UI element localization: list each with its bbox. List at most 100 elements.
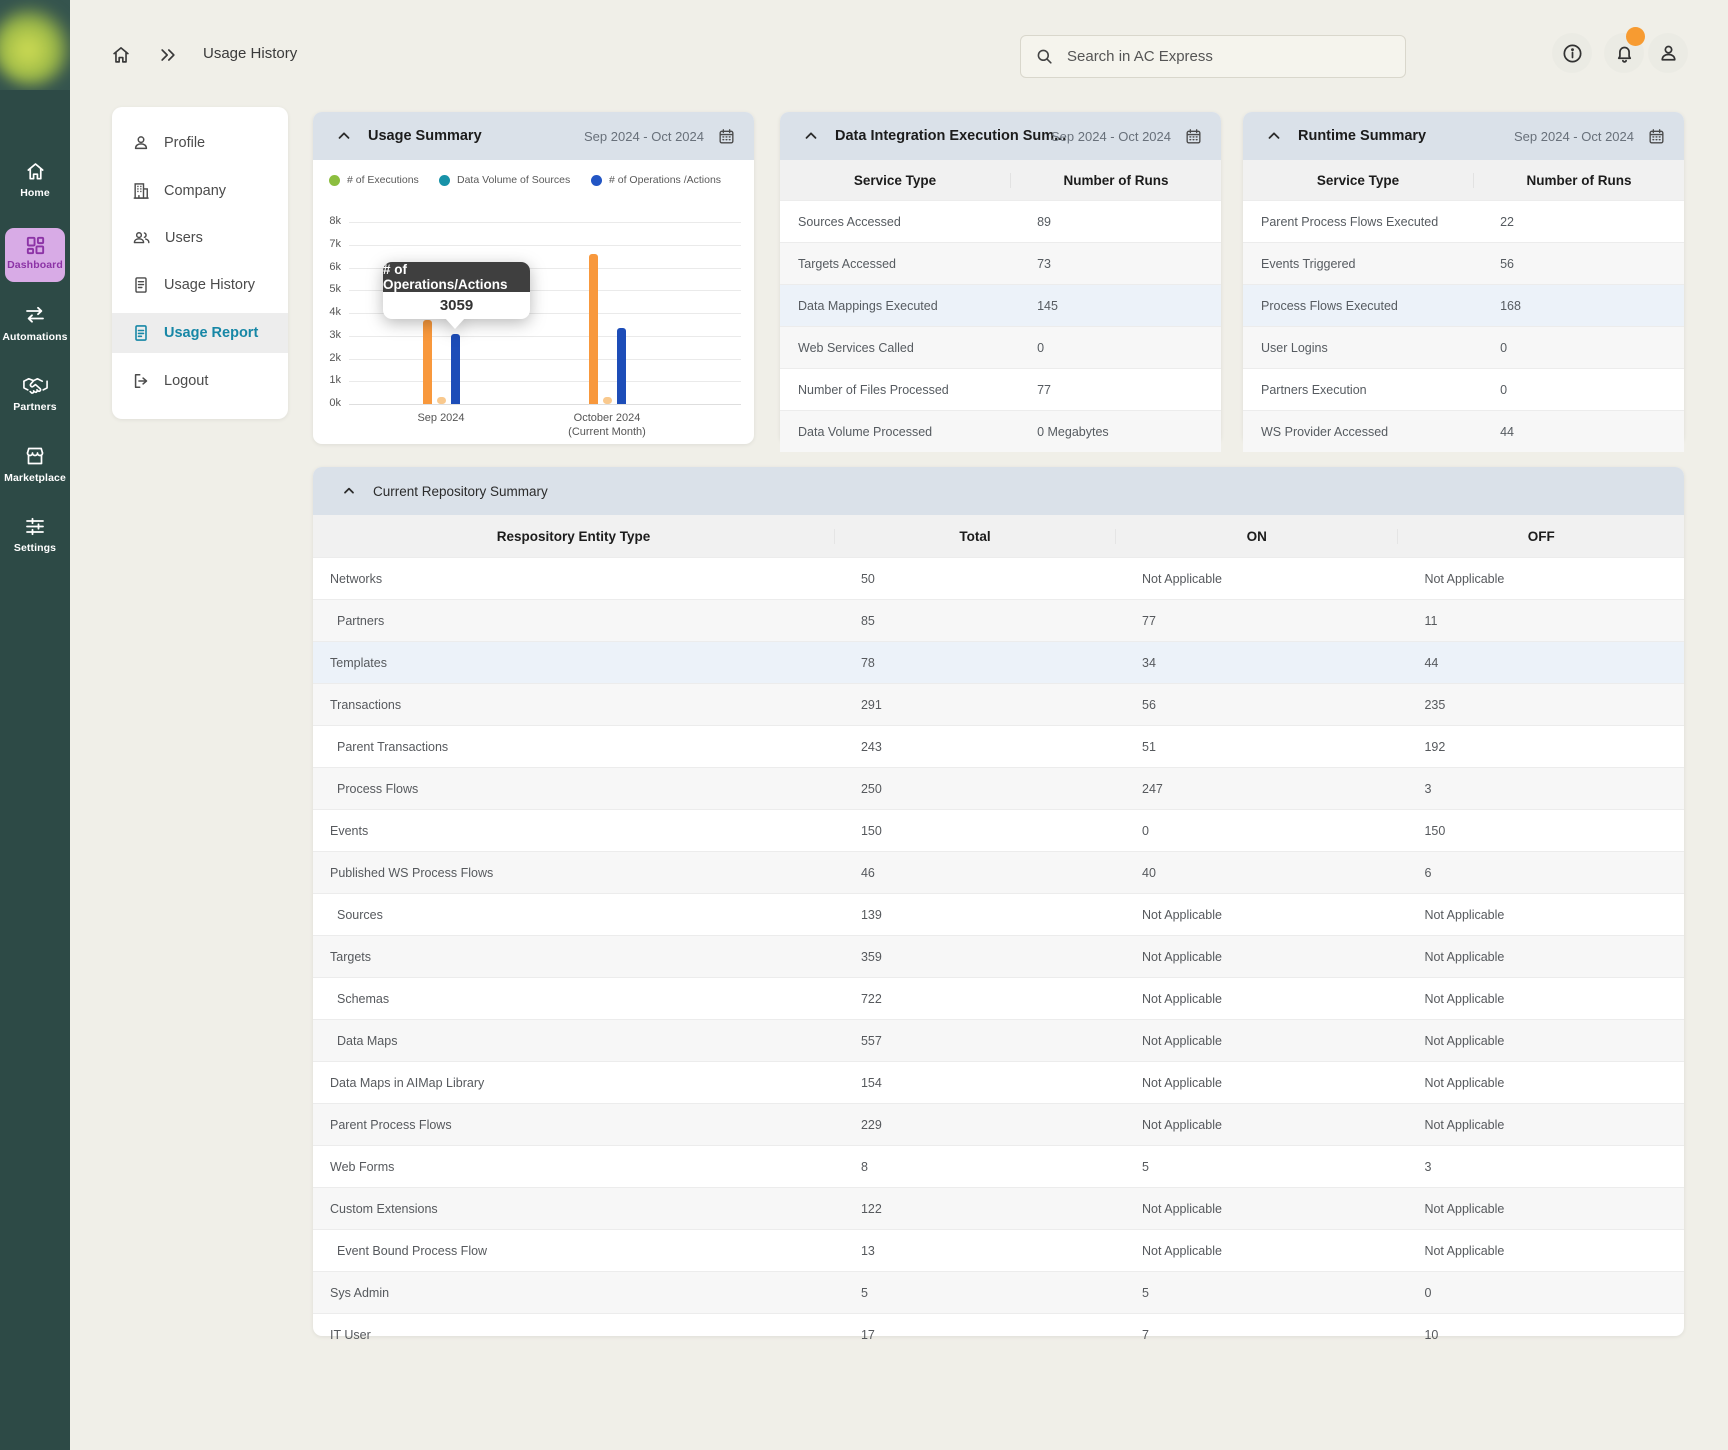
- column-header: ON: [1115, 529, 1397, 544]
- service-type-cell: Parent Process Flows Executed: [1243, 215, 1474, 229]
- number-of-runs-cell: 0: [1011, 341, 1221, 355]
- service-type-cell: Process Flows Executed: [1243, 299, 1474, 313]
- entity-type-cell: Transactions: [313, 698, 834, 712]
- date-range: Sep 2024 - Oct 2024: [1051, 129, 1171, 144]
- off-cell: Not Applicable: [1397, 950, 1684, 964]
- menu-item-company[interactable]: Company: [112, 171, 288, 211]
- off-cell: 192: [1397, 740, 1684, 754]
- total-cell: 5: [834, 1286, 1115, 1300]
- collapse-chevron-icon[interactable]: [802, 127, 820, 145]
- document-lines-icon: [131, 275, 164, 295]
- total-cell: 243: [834, 740, 1115, 754]
- collapse-chevron-icon[interactable]: [1265, 127, 1283, 145]
- off-cell: Not Applicable: [1397, 1118, 1684, 1132]
- gridline: [349, 245, 741, 246]
- sidebar-item-home[interactable]: Home: [0, 160, 70, 199]
- menu-item-usage-history[interactable]: Usage History: [112, 265, 288, 305]
- number-of-runs-cell: 22: [1474, 215, 1684, 229]
- breadcrumb-expand-icon[interactable]: [158, 46, 178, 64]
- off-cell: Not Applicable: [1397, 908, 1684, 922]
- table-row: Event Bound Process Flow13Not Applicable…: [313, 1229, 1684, 1271]
- calendar-icon[interactable]: [1647, 127, 1666, 146]
- number-of-runs-cell: 0: [1474, 383, 1684, 397]
- calendar-icon[interactable]: [717, 127, 736, 146]
- collapse-chevron-icon[interactable]: [335, 127, 353, 145]
- off-cell: Not Applicable: [1397, 1202, 1684, 1216]
- bar-data-volume[interactable]: [437, 397, 446, 404]
- column-header: OFF: [1397, 529, 1684, 544]
- notifications-button[interactable]: [1604, 33, 1644, 73]
- table-row: Data Maps in AIMap Library154Not Applica…: [313, 1061, 1684, 1103]
- on-cell: 247: [1115, 782, 1397, 796]
- runtime-summary-header: Runtime Summary Sep 2024 - Oct 2024: [1243, 112, 1684, 160]
- entity-type-cell: Networks: [313, 572, 834, 586]
- table-row: Templates783444: [313, 641, 1684, 683]
- menu-item-users[interactable]: Users: [112, 218, 288, 258]
- service-type-cell: Targets Accessed: [780, 257, 1011, 271]
- on-cell: 51: [1115, 740, 1397, 754]
- bar-executions[interactable]: [589, 254, 598, 404]
- menu-item-logout[interactable]: Logout: [112, 361, 288, 401]
- profile-button[interactable]: [1648, 33, 1688, 73]
- off-cell: 150: [1397, 824, 1684, 838]
- off-cell: Not Applicable: [1397, 1244, 1684, 1258]
- breadcrumb: Usage History: [203, 45, 297, 62]
- table-row: User Logins0: [1243, 326, 1684, 368]
- document-report-icon: [131, 323, 164, 343]
- app-logo[interactable]: [0, 0, 70, 90]
- entity-type-cell: Targets: [313, 950, 834, 964]
- dashboard-icon: [5, 234, 65, 257]
- usage-summary-card: Usage Summary Sep 2024 - Oct 2024 # of E…: [313, 112, 754, 444]
- sidebar-item-settings[interactable]: Settings: [0, 514, 70, 554]
- y-tick-label: 4k: [315, 306, 341, 318]
- search-input[interactable]: [1065, 47, 1389, 66]
- menu-item-usage-report[interactable]: Usage Report: [112, 313, 288, 353]
- entity-type-cell: Schemas: [313, 992, 834, 1006]
- column-header: Respository Entity Type: [313, 529, 834, 544]
- service-type-cell: Data Mappings Executed: [780, 299, 1011, 313]
- off-cell: 3: [1397, 1160, 1684, 1174]
- total-cell: 154: [834, 1076, 1115, 1090]
- sidebar-item-partners[interactable]: Partners: [0, 375, 70, 413]
- collapse-chevron-icon[interactable]: [341, 483, 357, 499]
- bar-operations[interactable]: [451, 334, 460, 404]
- sidebar-item-marketplace[interactable]: Marketplace: [0, 444, 70, 484]
- entity-type-cell: Templates: [313, 656, 834, 670]
- total-cell: 78: [834, 656, 1115, 670]
- breadcrumb-home-icon[interactable]: [110, 44, 132, 66]
- table-row: Networks50Not ApplicableNot Applicable: [313, 557, 1684, 599]
- settings-icon: [0, 514, 70, 538]
- bar-operations[interactable]: [617, 328, 626, 404]
- menu-item-profile[interactable]: Profile: [112, 123, 288, 163]
- table-row: Custom Extensions122Not ApplicableNot Ap…: [313, 1187, 1684, 1229]
- legend-dot: [439, 175, 450, 186]
- y-tick-label: 2k: [315, 352, 341, 364]
- on-cell: 7: [1115, 1328, 1397, 1342]
- calendar-icon[interactable]: [1184, 127, 1203, 146]
- on-cell: Not Applicable: [1115, 992, 1397, 1006]
- table-row: Sources Accessed89: [780, 200, 1221, 242]
- bar-executions[interactable]: [423, 320, 432, 404]
- column-header: Total: [834, 529, 1115, 544]
- y-tick-label: 5k: [315, 283, 341, 295]
- info-button[interactable]: [1552, 33, 1592, 73]
- sidebar-item-dashboard[interactable]: Dashboard: [5, 228, 65, 282]
- sidebar-item-automations[interactable]: Automations: [0, 303, 70, 343]
- bar-data-volume[interactable]: [603, 397, 612, 404]
- entity-type-cell: Published WS Process Flows: [313, 866, 834, 880]
- table-row: Events Triggered56: [1243, 242, 1684, 284]
- legend-item: # of Operations /Actions: [591, 174, 721, 186]
- table-row: Sys Admin550: [313, 1271, 1684, 1313]
- users-icon: [131, 228, 165, 248]
- table-row: WS Provider Accessed44: [1243, 410, 1684, 452]
- card-title: Data Integration Execution Sum...: [835, 128, 1066, 144]
- card-title: Usage Summary: [368, 128, 482, 144]
- table-row: Sources139Not ApplicableNot Applicable: [313, 893, 1684, 935]
- table-row: Transactions29156235: [313, 683, 1684, 725]
- sidebar-item-label: Partners: [0, 401, 70, 413]
- y-tick-label: 1k: [315, 374, 341, 386]
- on-cell: 5: [1115, 1286, 1397, 1300]
- y-tick-label: 7k: [315, 238, 341, 250]
- legend-label: # of Executions: [347, 174, 419, 186]
- tooltip-arrow: [445, 318, 465, 329]
